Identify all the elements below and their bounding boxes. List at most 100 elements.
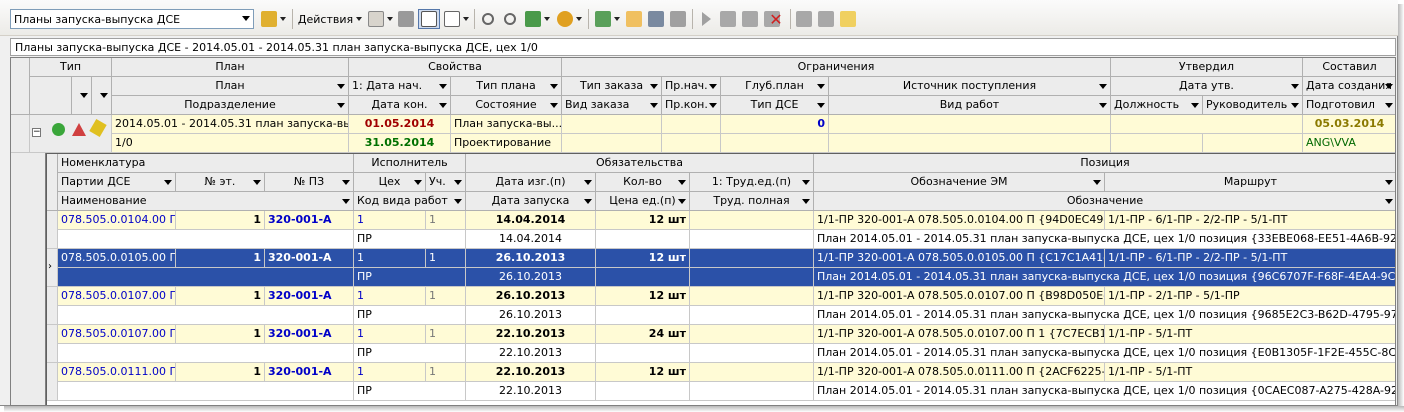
col-labor-unit[interactable]: 1: Труд.ед.(п) — [690, 173, 814, 192]
toolbar-separator — [292, 9, 293, 29]
mark-button[interactable] — [816, 9, 836, 29]
filter-icon — [524, 11, 541, 27]
col-pr-end[interactable]: Пр.кон. — [662, 96, 721, 115]
stop-button[interactable] — [668, 9, 688, 29]
flag-button[interactable] — [794, 9, 814, 29]
row-indicator[interactable] — [47, 287, 58, 325]
actions-menu-label: Действия — [297, 12, 354, 26]
chevron-down-icon — [414, 180, 422, 185]
copy-doc-button[interactable] — [740, 9, 760, 29]
stage-cell: 1 — [176, 363, 265, 382]
col-labor-full[interactable]: Труд. полная — [690, 192, 814, 211]
col-pr-start[interactable]: Пр.нач. — [662, 77, 721, 96]
table-icon — [421, 11, 437, 27]
chevron-down-icon — [279, 17, 286, 21]
col-created[interactable]: Дата создания — [1303, 77, 1395, 96]
chevron-down-icon — [1093, 180, 1101, 185]
col-shop-label: Цех — [378, 175, 401, 188]
type-filter-1[interactable] — [72, 77, 92, 115]
delete-button[interactable]: ✕ — [766, 9, 786, 29]
expand-toggle[interactable]: − — [32, 128, 41, 137]
col-group-position: Позиция — [814, 154, 1395, 173]
col-unit-price[interactable]: Цена ед.(п) — [596, 192, 690, 211]
layout-button[interactable] — [442, 9, 470, 29]
filter-button[interactable] — [522, 9, 552, 29]
plan-type-combo[interactable]: Планы запуска-выпуска ДСЕ — [10, 9, 254, 29]
find-next-button[interactable] — [500, 9, 520, 29]
unit-price-cell — [596, 230, 690, 249]
col-make-date[interactable]: Дата изг.(п) — [466, 173, 596, 192]
chevron-down-icon — [1099, 103, 1107, 108]
col-plan-type[interactable]: Тип плана — [451, 77, 562, 96]
qty-cell: 12 шт — [596, 287, 690, 306]
col-shop[interactable]: Цех — [354, 173, 426, 192]
positions-grid[interactable]: Номенклатура Исполнитель Обязательства П… — [46, 153, 1395, 405]
col-head[interactable]: Руководитель — [1203, 96, 1303, 115]
col-end-date[interactable]: Дата кон. — [349, 96, 451, 115]
uch-cell: 1 — [426, 249, 466, 268]
export-button[interactable] — [592, 9, 622, 29]
new-doc-button[interactable] — [718, 9, 738, 29]
plan-approve-date — [1111, 115, 1303, 134]
col-plan[interactable]: План — [112, 77, 349, 96]
run-button[interactable] — [696, 9, 716, 29]
col-group-type: Тип — [30, 58, 112, 77]
copy-button[interactable] — [366, 9, 394, 29]
col-dse-type[interactable]: Тип ДСЕ — [721, 96, 829, 115]
col-prepared[interactable]: Подготовил — [1303, 96, 1395, 115]
col-work-kind[interactable]: Вид работ — [829, 96, 1111, 115]
col-dept[interactable]: Подразделение — [112, 96, 349, 115]
flag-icon — [796, 11, 812, 27]
col-state[interactable]: Состояние — [451, 96, 562, 115]
grid-view-button[interactable] — [418, 9, 440, 29]
chevron-down-icon — [678, 180, 686, 185]
find-button[interactable] — [478, 9, 498, 29]
filter-keys-button[interactable] — [258, 9, 288, 29]
shapes-icon — [72, 123, 86, 136]
col-depth[interactable]: Глуб.план — [721, 77, 829, 96]
col-work-code[interactable]: Код вида работ — [354, 192, 466, 211]
chevron-down-icon — [650, 84, 658, 89]
row-indicator[interactable]: › — [47, 249, 58, 287]
paste-button[interactable] — [396, 9, 416, 29]
col-position[interactable]: Должность — [1111, 96, 1203, 115]
col-start-date[interactable]: 1: Дата нач. — [349, 77, 451, 96]
row-indicator[interactable] — [47, 363, 58, 401]
designation-cell: План 2014.05.01 - 2014.05.31 план запуск… — [814, 230, 1395, 249]
col-name[interactable]: Наименование — [58, 192, 354, 211]
plan-row-indicator — [11, 115, 30, 153]
part-cell: 078.505.0.0107.00 П — [58, 287, 176, 306]
chevron-down-icon — [709, 84, 717, 89]
col-designation[interactable]: Обозначение — [814, 192, 1395, 211]
refresh-button[interactable] — [554, 9, 584, 29]
row-indicator[interactable] — [47, 211, 58, 249]
type-filter-2[interactable] — [92, 77, 112, 115]
col-order-kind[interactable]: Вид заказа — [562, 96, 662, 115]
em-cell: 1/1-ПР 320-001-А 078.505.0.0107.00 П 1 {… — [814, 325, 1105, 344]
col-pz[interactable]: № ПЗ — [265, 173, 354, 192]
pz-cell: 320-001-А — [265, 363, 354, 382]
col-route[interactable]: Маршрут — [1105, 173, 1395, 192]
actions-menu-button[interactable]: Действия — [296, 9, 364, 29]
import-button[interactable] — [838, 9, 858, 29]
print-button[interactable] — [646, 9, 666, 29]
shop-cell: 1 — [354, 363, 426, 382]
col-source[interactable]: Источник поступления — [829, 77, 1111, 96]
col-uch[interactable]: Уч. — [426, 173, 466, 192]
chevron-down-icon — [1099, 84, 1107, 89]
plan-created: 05.03.2014 — [1303, 115, 1395, 134]
type-header-cell — [30, 77, 72, 115]
col-em[interactable]: Обозначение ЭМ — [814, 173, 1105, 192]
route-cell: 1/1-ПР - 5/1-ПТ — [1105, 325, 1395, 344]
report-button[interactable] — [624, 9, 644, 29]
unit-price-cell — [596, 268, 690, 287]
col-order-type[interactable]: Тип заказа — [562, 77, 662, 96]
row-indicator[interactable] — [47, 325, 58, 363]
col-launch-date[interactable]: Дата запуска — [466, 192, 596, 211]
col-approve-date[interactable]: Дата утв. — [1111, 77, 1303, 96]
col-order-type-label: Тип заказа — [579, 79, 644, 92]
col-stage[interactable]: № эт. — [176, 173, 265, 192]
col-qty[interactable]: Кол-во — [596, 173, 690, 192]
plans-grid[interactable]: Тип План Свойства Ограничения Утвердил С… — [10, 57, 1396, 406]
col-part[interactable]: Партии ДСЕ — [58, 173, 176, 192]
